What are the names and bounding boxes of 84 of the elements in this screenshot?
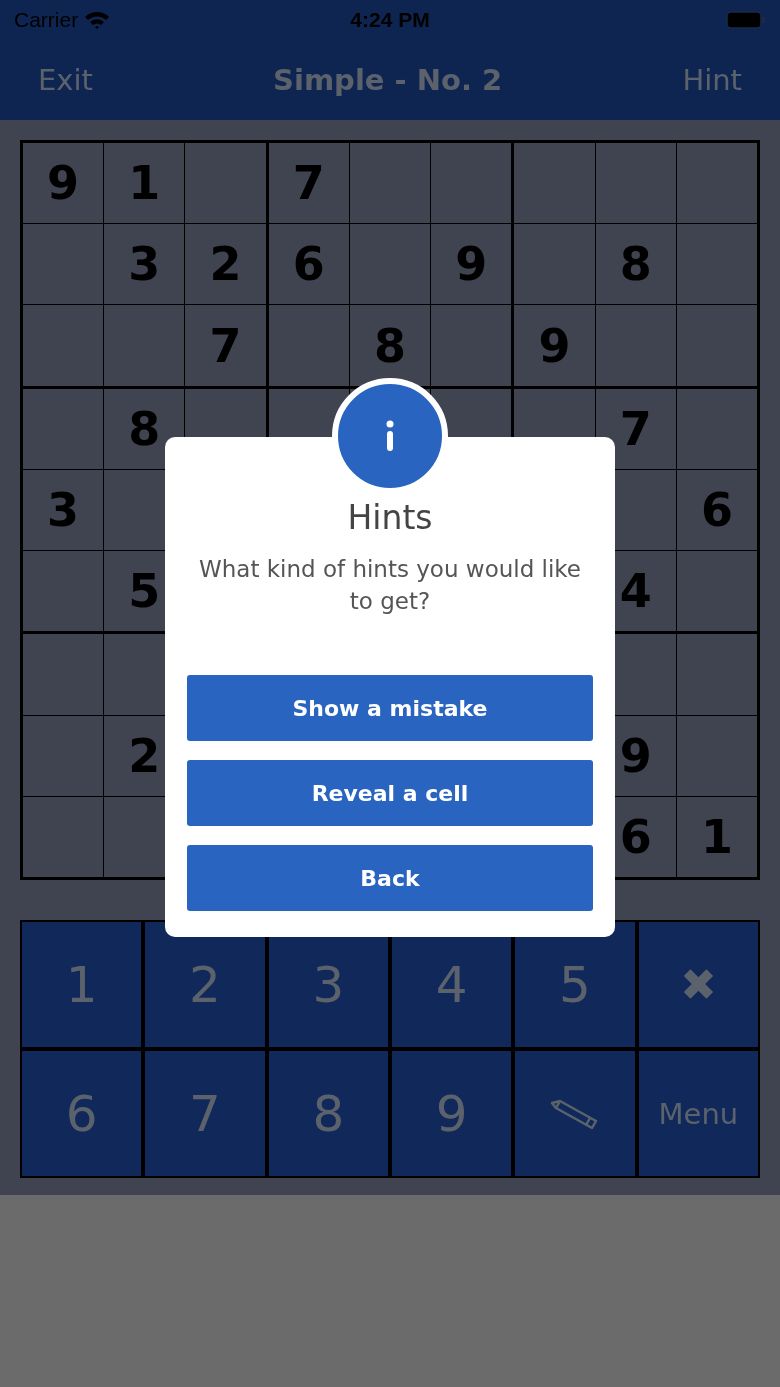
sudoku-cell[interactable] bbox=[185, 143, 266, 224]
cell-digit: 8 bbox=[128, 401, 161, 456]
sudoku-cell[interactable]: 6 bbox=[676, 469, 757, 551]
menu-key[interactable]: Menu bbox=[638, 1051, 758, 1176]
sudoku-cell[interactable]: 1 bbox=[676, 796, 757, 877]
carrier-label: Carrier bbox=[14, 8, 79, 32]
cell-digit: 6 bbox=[619, 809, 652, 864]
cell-digit: 8 bbox=[619, 237, 652, 292]
cell-digit: 7 bbox=[209, 318, 242, 373]
sudoku-cell[interactable] bbox=[514, 224, 595, 305]
cell-digit: 6 bbox=[292, 237, 325, 292]
dialog-button[interactable]: Show a mistake bbox=[187, 675, 593, 741]
erase-key[interactable]: ✖ bbox=[638, 922, 758, 1047]
cell-digit: 1 bbox=[128, 156, 161, 211]
cell-digit: 9 bbox=[455, 237, 488, 292]
sudoku-cell[interactable]: 7 bbox=[185, 305, 266, 386]
cell-digit: 6 bbox=[700, 483, 733, 537]
sudoku-cell[interactable]: 7 bbox=[268, 143, 349, 224]
sudoku-cell[interactable] bbox=[676, 143, 757, 224]
cell-digit: 8 bbox=[373, 318, 406, 373]
sudoku-cell[interactable]: 1 bbox=[104, 143, 185, 224]
sudoku-cell[interactable] bbox=[349, 224, 431, 305]
cell-digit: 9 bbox=[47, 156, 80, 211]
number-key[interactable]: 2 bbox=[145, 922, 265, 1047]
wifi-icon bbox=[84, 10, 111, 30]
hint-button[interactable]: Hint bbox=[682, 63, 742, 97]
number-key[interactable]: 9 bbox=[392, 1051, 512, 1176]
sudoku-cell[interactable] bbox=[514, 143, 595, 224]
sudoku-cell[interactable] bbox=[676, 715, 757, 796]
cell-digit: 3 bbox=[128, 237, 161, 292]
cell-digit: 7 bbox=[619, 401, 652, 456]
cell-digit: 2 bbox=[209, 237, 242, 292]
sudoku-cell[interactable] bbox=[23, 715, 104, 796]
sudoku-cell[interactable] bbox=[676, 634, 757, 715]
number-key[interactable]: 1 bbox=[22, 922, 142, 1047]
battery-icon bbox=[726, 10, 766, 30]
dialog-message: What kind of hints you would like to get? bbox=[197, 555, 582, 616]
sudoku-cell[interactable] bbox=[431, 305, 512, 386]
cell-digit: 5 bbox=[128, 564, 161, 619]
number-key[interactable]: 6 bbox=[22, 1051, 142, 1176]
cell-digit: 9 bbox=[619, 728, 652, 783]
cell-digit: 7 bbox=[292, 156, 325, 211]
dialog-title: Hints bbox=[347, 497, 433, 539]
sudoku-cell[interactable] bbox=[676, 551, 757, 632]
sudoku-cell[interactable] bbox=[23, 796, 104, 877]
cell-digit: 1 bbox=[700, 809, 733, 864]
cell-digit: 3 bbox=[47, 483, 80, 537]
sudoku-cell[interactable]: 8 bbox=[349, 305, 431, 386]
screen-title: Simple - No. 2 bbox=[273, 63, 503, 97]
sudoku-cell[interactable] bbox=[23, 305, 104, 386]
dialog-button[interactable]: Reveal a cell bbox=[187, 760, 593, 826]
number-key[interactable]: 7 bbox=[145, 1051, 265, 1176]
sudoku-cell[interactable]: 7 bbox=[595, 388, 676, 469]
dialog-button[interactable]: Back bbox=[187, 845, 593, 911]
sudoku-cell[interactable]: 8 bbox=[104, 388, 185, 469]
sudoku-cell[interactable]: 8 bbox=[595, 224, 676, 305]
sudoku-cell[interactable] bbox=[104, 305, 185, 386]
sudoku-cell[interactable]: 9 bbox=[23, 143, 104, 224]
exit-button[interactable]: Exit bbox=[38, 63, 93, 97]
clock-time: 4:24 PM bbox=[350, 8, 430, 31]
sudoku-cell[interactable] bbox=[23, 388, 104, 469]
cell-digit: 9 bbox=[538, 318, 571, 373]
sudoku-cell[interactable]: 2 bbox=[185, 224, 266, 305]
sudoku-cell[interactable]: 6 bbox=[268, 224, 349, 305]
sudoku-cell[interactable]: 3 bbox=[104, 224, 185, 305]
sudoku-cell[interactable] bbox=[595, 143, 676, 224]
sudoku-cell[interactable]: 9 bbox=[431, 224, 512, 305]
pencil-key[interactable] bbox=[515, 1051, 635, 1176]
sudoku-cell[interactable] bbox=[676, 305, 757, 386]
sudoku-cell[interactable] bbox=[431, 143, 512, 224]
cell-digit: 4 bbox=[619, 564, 652, 619]
sudoku-cell[interactable] bbox=[595, 305, 676, 386]
sudoku-cell[interactable] bbox=[268, 305, 349, 386]
info-icon bbox=[385, 420, 395, 452]
sudoku-cell[interactable] bbox=[23, 224, 104, 305]
sudoku-cell[interactable] bbox=[23, 551, 104, 632]
sudoku-cell[interactable]: 3 bbox=[23, 469, 104, 551]
sudoku-cell[interactable] bbox=[349, 143, 431, 224]
sudoku-cell[interactable]: 9 bbox=[514, 305, 595, 386]
cell-digit: 2 bbox=[128, 728, 161, 783]
number-key[interactable]: 8 bbox=[268, 1051, 388, 1176]
sudoku-cell[interactable] bbox=[676, 388, 757, 469]
sudoku-cell[interactable] bbox=[23, 634, 104, 715]
sudoku-cell[interactable] bbox=[676, 224, 757, 305]
